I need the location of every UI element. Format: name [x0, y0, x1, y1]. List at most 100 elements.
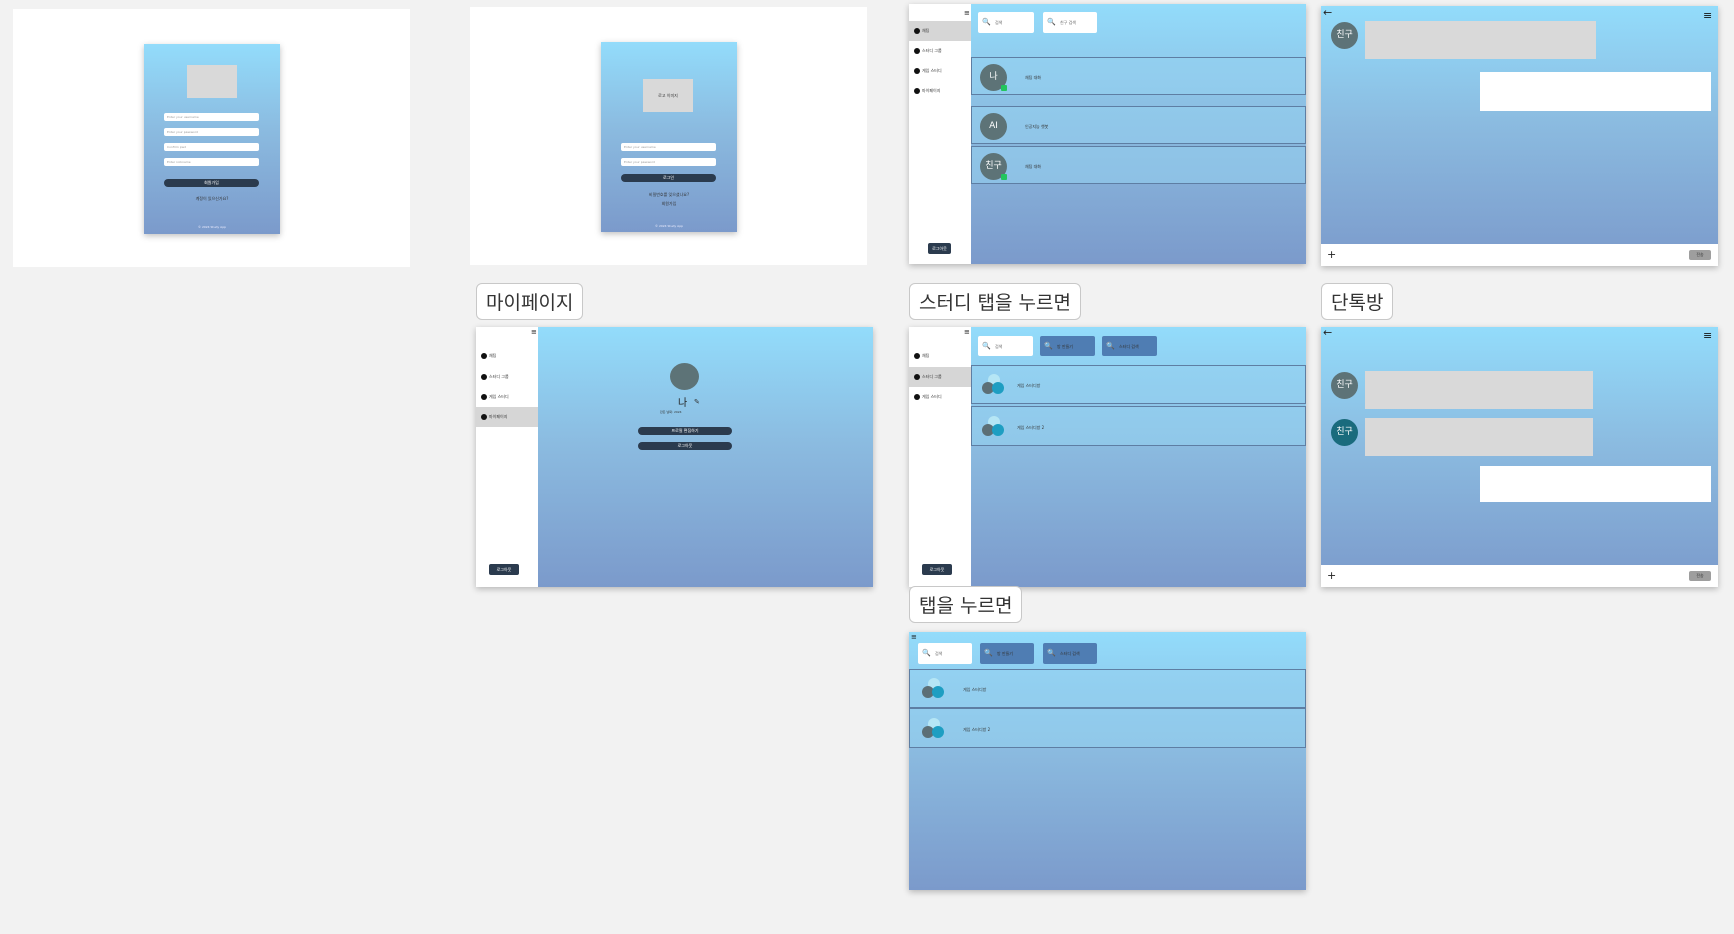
- nickname-field[interactable]: Enter nickname: [164, 158, 259, 166]
- sidebar-item-mypage[interactable]: 마이페이지: [909, 81, 971, 101]
- group-icon: [914, 48, 920, 54]
- sidebar-item-label: 채팅: [489, 353, 497, 358]
- edit-profile-button[interactable]: 프로필 편집하기: [638, 427, 732, 435]
- password-field[interactable]: Enter your password: [621, 158, 716, 166]
- signup-screen: Enter your username Enter your password …: [144, 44, 280, 234]
- label-mypage: 마이페이지: [476, 283, 584, 320]
- study-search-button[interactable]: 🔍 스터디 검색: [1043, 643, 1097, 664]
- sent-message: [1480, 72, 1711, 111]
- mypage-logout-button[interactable]: 로그아웃: [638, 442, 732, 450]
- login-screen: 로고 이미지 Enter your username Enter your pa…: [601, 42, 737, 232]
- group-icon: [914, 374, 920, 380]
- chat-preview: 인공지능 챗봇: [1025, 124, 1049, 129]
- sidebar-item-game[interactable]: 게임 스터디: [476, 387, 538, 407]
- send-button[interactable]: 전송: [1689, 250, 1711, 260]
- create-room-button[interactable]: 🔍 방 만들기: [1040, 336, 1095, 356]
- study-row[interactable]: 게임 스터디방 2: [971, 406, 1306, 446]
- search-input[interactable]: 🔍 검색: [918, 643, 972, 664]
- logout-button[interactable]: 로그아웃: [922, 564, 952, 575]
- login-link[interactable]: 계정이 있으신가요?: [144, 196, 280, 202]
- sidebar-item-label: 게임 스터디: [489, 394, 509, 399]
- message-input-bar[interactable]: + 전송: [1321, 565, 1718, 587]
- create-room-label: 방 만들기: [997, 651, 1013, 656]
- menu-icon[interactable]: ≡: [1703, 10, 1712, 21]
- logo-placeholder: [187, 65, 237, 98]
- confirm-password-field[interactable]: Confirm pwd: [164, 143, 259, 151]
- study-row-title: 게임 스터디방: [963, 687, 987, 692]
- message-input-bar[interactable]: + 전송: [1321, 244, 1718, 266]
- search-placeholder: 친구 검색: [1060, 20, 1076, 25]
- login-button[interactable]: 로그인: [621, 174, 716, 182]
- study-row[interactable]: 게임 스터디방 2: [909, 708, 1306, 748]
- plus-icon[interactable]: +: [1327, 248, 1336, 261]
- chat-row[interactable]: 친구 채팅 대화: [971, 146, 1306, 184]
- menu-icon[interactable]: ≡: [964, 8, 970, 18]
- sidebar-item-chat[interactable]: 채팅: [476, 346, 538, 366]
- plus-icon[interactable]: +: [1327, 569, 1336, 582]
- online-indicator: [1001, 174, 1007, 180]
- label-tab-press: 탭을 누르면: [909, 586, 1023, 623]
- search-icon: 🔍: [1106, 342, 1115, 350]
- sidebar-item-label: 마이페이지: [489, 414, 508, 419]
- menu-icon[interactable]: ≡: [911, 632, 917, 642]
- sidebar-item-label: 게임 스터디: [922, 394, 942, 399]
- send-button[interactable]: 전송: [1689, 571, 1711, 581]
- sidebar-item-game[interactable]: 게임 스터디: [909, 61, 971, 81]
- sidebar-item-study[interactable]: 스터디 그룹: [909, 41, 971, 61]
- forgot-password-link[interactable]: 비밀번호를 잊으셨나요?: [601, 192, 737, 198]
- study-row[interactable]: 게임 스터디방: [909, 669, 1306, 708]
- study-search-label: 스터디 검색: [1060, 651, 1080, 656]
- received-message: [1365, 21, 1596, 59]
- sidebar-item-chat[interactable]: 채팅: [909, 346, 971, 366]
- study-search-button[interactable]: 🔍 스터디 검색: [1102, 336, 1157, 356]
- sidebar-item-chat[interactable]: 채팅: [909, 21, 971, 41]
- signup-link[interactable]: 회원가입: [601, 201, 737, 207]
- sidebar-item-study[interactable]: 스터디 그룹: [476, 367, 538, 387]
- username-field[interactable]: Enter your username: [621, 143, 716, 151]
- chat-preview: 채팅 대화: [1025, 164, 1041, 169]
- profile-subtext: 만든 날짜: 2024: [660, 410, 682, 414]
- chat-row[interactable]: 나 채팅 대화: [971, 57, 1306, 95]
- sidebar-item-label: 스터디 그룹: [922, 374, 942, 379]
- password-field[interactable]: Enter your password: [164, 128, 259, 136]
- study-row[interactable]: 게임 스터디방: [971, 365, 1306, 404]
- user-icon: [481, 414, 487, 420]
- game-icon: [481, 394, 487, 400]
- sidebar-item-label: 채팅: [922, 28, 930, 33]
- group-icon: [481, 374, 487, 380]
- study-row-title: 게임 스터디방 2: [1017, 425, 1045, 430]
- study-row-title: 게임 스터디방: [1017, 383, 1041, 388]
- friend-search-input[interactable]: 🔍 친구 검색: [1043, 12, 1097, 33]
- search-input[interactable]: 🔍 검색: [978, 336, 1033, 356]
- edit-name-icon[interactable]: ✎: [694, 398, 700, 406]
- search-icon: 🔍: [1044, 342, 1053, 350]
- sidebar: ≡ 채팅 스터디 그룹 게임 스터디 로그아웃: [909, 327, 971, 587]
- back-arrow-icon[interactable]: ←: [1323, 6, 1332, 19]
- footer-text: © 2024 Study App: [197, 225, 227, 229]
- sidebar-item-label: 게임 스터디: [922, 68, 942, 73]
- sidebar-item-game[interactable]: 게임 스터디: [909, 387, 971, 407]
- search-icon: 🔍: [922, 649, 931, 657]
- username-field[interactable]: Enter your username: [164, 113, 259, 121]
- chat-row[interactable]: AI 인공지능 챗봇: [971, 106, 1306, 144]
- study-screen: ≡ 채팅 스터디 그룹 게임 스터디 로그아웃 🔍 검색 🔍 방 만들기 🔍 스…: [909, 327, 1306, 587]
- chatroom-screen: ← ≡ 친구 + 전송: [1321, 6, 1718, 266]
- avatar: AI: [980, 113, 1007, 140]
- sidebar-item-mypage[interactable]: 마이페이지: [476, 407, 538, 427]
- search-input[interactable]: 🔍 검색: [978, 12, 1034, 33]
- group-avatar-icon: [922, 718, 946, 740]
- sidebar-item-study[interactable]: 스터디 그룹: [909, 367, 971, 387]
- logout-button[interactable]: 로그아웃: [489, 564, 519, 575]
- label-dm-room: 단톡방: [1321, 283, 1394, 320]
- menu-icon[interactable]: ≡: [1703, 330, 1712, 341]
- chatlist-screen: ≡ 채팅 스터디 그룹 게임 스터디 마이페이지 로그아웃 🔍 검색 🔍 친구 …: [909, 4, 1306, 264]
- logout-button[interactable]: 로그아웃: [928, 243, 951, 254]
- friend-avatar: 친구: [1331, 22, 1358, 49]
- create-room-button[interactable]: 🔍 방 만들기: [980, 643, 1034, 664]
- back-arrow-icon[interactable]: ←: [1323, 327, 1332, 339]
- menu-icon[interactable]: ≡: [531, 327, 537, 337]
- menu-icon[interactable]: ≡: [964, 327, 970, 337]
- signup-button[interactable]: 회원가입: [164, 179, 259, 187]
- sidebar-item-label: 스터디 그룹: [922, 48, 942, 53]
- group-avatar-icon: [922, 678, 946, 700]
